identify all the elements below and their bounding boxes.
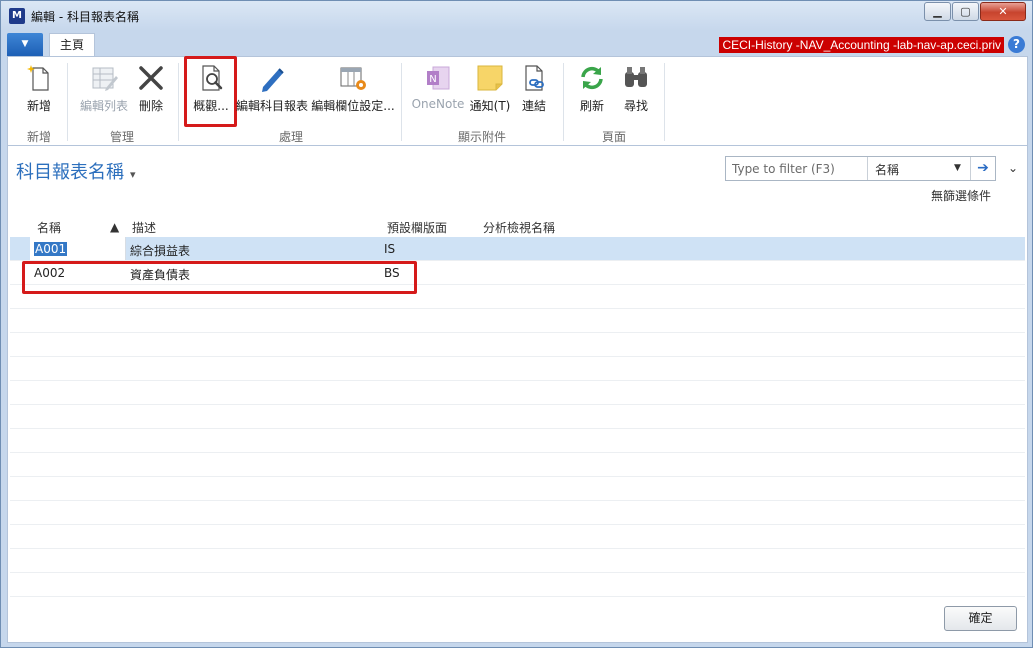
ribbon-separator [664, 63, 665, 141]
title-bar[interactable]: M 編輯 - 科目報表名稱 ▁ ▢ ✕ [1, 1, 1032, 31]
link-document-icon [525, 65, 544, 91]
page-title-text: 科目報表名稱 [16, 162, 124, 183]
refresh-label: 刷新 [579, 99, 604, 113]
refresh-button[interactable]: 刷新 [572, 59, 612, 117]
list-page-content: 科目報表名稱 ▾ 名稱 ▼ ➔ ⌄ 無篩選條件 名稱 ▲ 描述 預設欄版面 分析檢… [7, 146, 1028, 643]
row-name[interactable]: A001 [34, 242, 68, 256]
find-button[interactable]: 尋找 [616, 59, 656, 117]
server-connection-label: CECI-History -NAV_Accounting -lab-nav-ap… [719, 37, 1004, 53]
column-settings-icon [340, 67, 366, 90]
ribbon-separator [563, 63, 564, 141]
find-label: 尋找 [623, 99, 648, 113]
svg-text:N: N [429, 74, 436, 85]
empty-row [10, 429, 1025, 453]
application-menu-button[interactable]: ▼ [7, 33, 43, 56]
empty-row [10, 405, 1025, 429]
edit-column-layout-label: 編輯欄位設定... [311, 99, 395, 113]
filter-field-select[interactable]: 名稱 [875, 161, 899, 178]
ribbon: 新增 新增 編輯列表 刪除 管理 概觀... 編輯科目報表 編輯欄位設定... … [7, 56, 1028, 146]
page-title[interactable]: 科目報表名稱 ▾ [16, 158, 136, 184]
close-button[interactable]: ✕ [980, 2, 1026, 21]
maximize-button[interactable]: ▢ [952, 2, 979, 21]
empty-row [10, 333, 1025, 357]
window-title: 編輯 - 科目報表名稱 [31, 10, 139, 24]
row-column-layout: IS [384, 242, 396, 256]
delete-button[interactable]: 刪除 [134, 59, 168, 117]
apply-filter-arrow-icon[interactable]: ➔ [970, 157, 995, 180]
sticky-note-icon [477, 65, 503, 91]
onenote-icon: N [427, 66, 450, 90]
edit-list-icon [92, 67, 118, 91]
ribbon-tab-row: ▼ 主頁 CECI-History -NAV_Accounting -lab-n… [7, 33, 1028, 57]
group-label-attachments: 顯示附件 [457, 130, 506, 144]
empty-row [10, 477, 1025, 501]
overview-highlight-box [184, 56, 237, 127]
page-title-dropdown-icon[interactable]: ▾ [130, 168, 136, 181]
ribbon-separator [67, 63, 68, 141]
empty-row [10, 453, 1025, 477]
expand-filter-chevron-icon[interactable]: ⌄ [1008, 161, 1018, 175]
group-label-new: 新增 [26, 130, 51, 144]
column-header-name[interactable]: 名稱 [37, 219, 61, 236]
ribbon-separator [401, 63, 402, 141]
notes-button[interactable]: 通知(T) [468, 59, 512, 117]
notes-label: 通知(T) [469, 99, 511, 113]
group-label-page: 頁面 [601, 130, 626, 144]
empty-row [10, 549, 1025, 573]
window-controls: ▁ ▢ ✕ [924, 2, 1026, 21]
empty-row [10, 501, 1025, 525]
group-label-manage: 管理 [109, 130, 134, 144]
empty-row [10, 309, 1025, 333]
edit-column-layout-button[interactable]: 編輯欄位設定... [311, 59, 395, 117]
tab-home[interactable]: 主頁 [49, 33, 95, 57]
ok-button[interactable]: 確定 [944, 606, 1017, 631]
edit-account-schedule-button[interactable]: 編輯科目報表 [235, 59, 309, 117]
minimize-button[interactable]: ▁ [924, 2, 951, 21]
links-button[interactable]: 連結 [514, 59, 554, 117]
new-document-icon [27, 65, 49, 91]
table-row[interactable]: A001 綜合損益表 IS [10, 237, 1025, 261]
edit-list-label: 編輯列表 [79, 99, 128, 113]
column-header-default-column-layout[interactable]: 預設欄版面 [387, 219, 447, 236]
filter-field-dropdown-icon[interactable]: ▼ [954, 163, 961, 173]
binoculars-icon [625, 67, 647, 87]
links-label: 連結 [521, 99, 546, 113]
sort-ascending-icon: ▲ [110, 220, 120, 234]
grid-header: 名稱 ▲ 描述 預設欄版面 分析檢視名稱 [10, 212, 1025, 237]
new-button-label: 新增 [26, 99, 51, 113]
help-icon[interactable]: ? [1008, 36, 1025, 53]
row-description: 綜合損益表 [130, 244, 191, 258]
column-header-analysis-view[interactable]: 分析檢視名稱 [483, 219, 555, 236]
delete-label: 刪除 [138, 99, 163, 113]
filter-input[interactable] [726, 157, 868, 180]
refresh-icon [581, 66, 603, 90]
edit-account-schedule-label: 編輯科目報表 [235, 99, 308, 113]
edit-list-button[interactable]: 編輯列表 [76, 59, 132, 117]
new-button[interactable]: 新增 [16, 59, 62, 117]
empty-row [10, 285, 1025, 309]
empty-row [10, 573, 1025, 597]
account-schedule-grid: 名稱 ▲ 描述 預設欄版面 分析檢視名稱 A001 綜合損益表 IS A002 … [10, 212, 1025, 597]
group-label-process: 處理 [278, 130, 303, 144]
filter-box: 名稱 ▼ ➔ [725, 156, 996, 181]
no-filter-text: 無篩選條件 [930, 189, 991, 203]
app-window: M 編輯 - 科目報表名稱 ▁ ▢ ✕ ▼ 主頁 CECI-History -N… [0, 0, 1033, 648]
empty-row [10, 357, 1025, 381]
empty-row [10, 381, 1025, 405]
ribbon-separator [178, 63, 179, 141]
dynamics-nav-logo-icon: M [9, 8, 25, 24]
empty-row [10, 525, 1025, 549]
onenote-label: OneNote [411, 97, 465, 111]
delete-x-icon [139, 66, 163, 90]
pencil-icon [262, 68, 284, 92]
column-header-description[interactable]: 描述 [132, 219, 156, 236]
onenote-button[interactable]: N OneNote [410, 59, 466, 117]
